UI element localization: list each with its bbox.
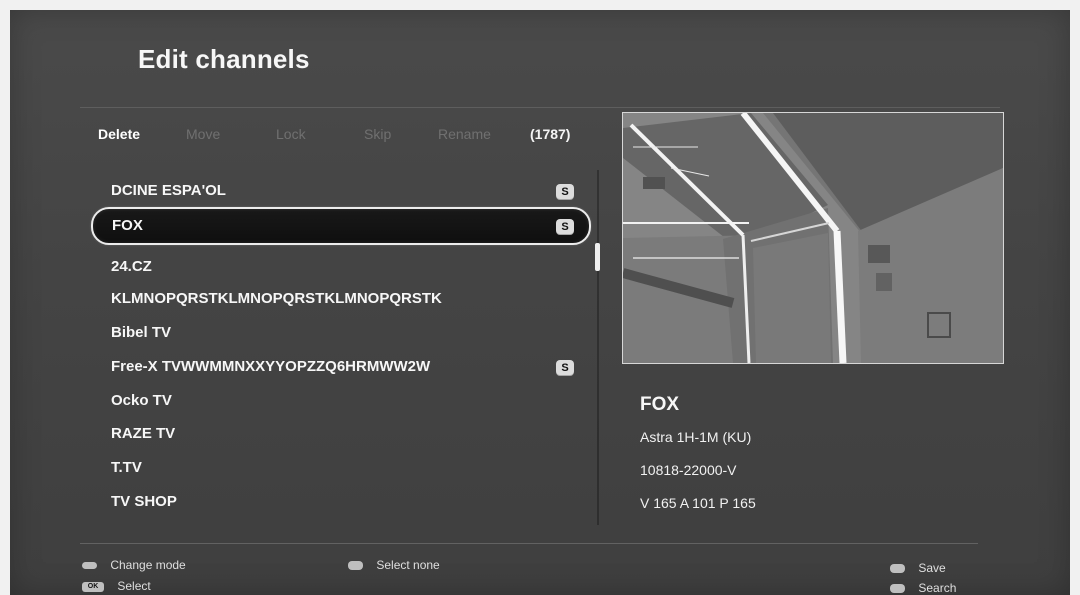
- mode-lock[interactable]: Lock: [276, 126, 306, 142]
- save-label: Save: [918, 561, 946, 575]
- search-label: Search: [918, 581, 957, 595]
- select-none-legend[interactable]: Select none: [348, 558, 440, 572]
- preview-image: [623, 113, 1003, 363]
- channel-name: TV SHOP: [111, 493, 177, 510]
- channel-row-2[interactable]: 24.CZ: [91, 252, 591, 284]
- select-legend[interactable]: OK Select: [82, 579, 151, 593]
- change-mode-legend[interactable]: Change mode: [82, 558, 186, 572]
- button-key-icon: [348, 561, 363, 571]
- channel-name: FOX: [112, 217, 143, 234]
- video-preview: [622, 112, 1004, 364]
- button-key-icon: [890, 584, 905, 594]
- title-divider: [80, 107, 1000, 108]
- mode-delete[interactable]: Delete: [98, 126, 140, 142]
- info-channel-name: FOX: [640, 394, 680, 415]
- search-legend[interactable]: Search: [890, 581, 956, 595]
- channel-row-7[interactable]: RAZE TV: [91, 419, 591, 451]
- channel-row-1[interactable]: FOX S: [91, 207, 591, 245]
- channel-row-5[interactable]: Free-X TVWWMMNXXYYOPZZQ6HRMWW2W S: [91, 352, 591, 384]
- change-mode-label: Change mode: [110, 558, 186, 572]
- mode-skip[interactable]: Skip: [364, 126, 391, 142]
- mode-bar: Delete Move Lock Skip Rename (1787): [98, 126, 618, 150]
- channel-list: DCINE ESPA'OL S FOX S 24.CZ KLMNOPQRSTKL…: [91, 176, 591, 521]
- footer-divider: [80, 543, 978, 544]
- ok-key-icon: OK: [82, 581, 104, 592]
- channel-row-8[interactable]: T.TV: [91, 453, 591, 485]
- list-divider: [597, 170, 599, 525]
- mode-move[interactable]: Move: [186, 126, 220, 142]
- select-label: Select: [117, 579, 151, 593]
- tv-screen: Edit channels Delete Move Lock Skip Rena…: [10, 10, 1070, 595]
- save-legend[interactable]: Save: [890, 561, 946, 575]
- channel-row-0[interactable]: DCINE ESPA'OL S: [91, 176, 591, 208]
- info-transponder: 10818-22000-V: [640, 462, 737, 478]
- channel-row-4[interactable]: Bibel TV: [91, 318, 591, 350]
- channel-name: DCINE ESPA'OL: [111, 182, 226, 199]
- channel-row-6[interactable]: Ocko TV: [91, 386, 591, 418]
- channel-name: 24.CZ: [111, 258, 152, 275]
- mode-rename[interactable]: Rename: [438, 126, 491, 142]
- channel-name: T.TV: [111, 459, 142, 476]
- scrambled-icon: S: [556, 360, 574, 376]
- button-key-icon: [82, 562, 97, 570]
- page-title: Edit channels: [138, 44, 310, 74]
- channel-row-9[interactable]: TV SHOP: [91, 487, 591, 519]
- info-satellite: Astra 1H-1M (KU): [640, 429, 752, 445]
- channel-name: Free-X TVWWMMNXXYYOPZZQ6HRMWW2W: [111, 358, 431, 375]
- scrambled-icon: S: [556, 219, 574, 235]
- channel-name: Bibel TV: [111, 324, 172, 341]
- channel-name: KLMNOPQRSTKLMNOPQRSTKLMNOPQRSTK: [111, 290, 442, 307]
- info-pids: V 165 A 101 P 165: [640, 495, 756, 511]
- channel-row-3[interactable]: KLMNOPQRSTKLMNOPQRSTKLMNOPQRSTK: [91, 284, 591, 316]
- channel-count: (1787): [530, 126, 571, 142]
- channel-name: RAZE TV: [111, 425, 176, 442]
- channel-name: Ocko TV: [111, 392, 172, 409]
- channel-list-scrollbar[interactable]: [595, 243, 600, 271]
- channel-info: FOX Astra 1H-1M (KU) 10818-22000-V V 165…: [640, 394, 970, 528]
- scrambled-icon: S: [556, 184, 574, 200]
- select-none-label: Select none: [376, 558, 440, 572]
- button-key-icon: [890, 564, 905, 574]
